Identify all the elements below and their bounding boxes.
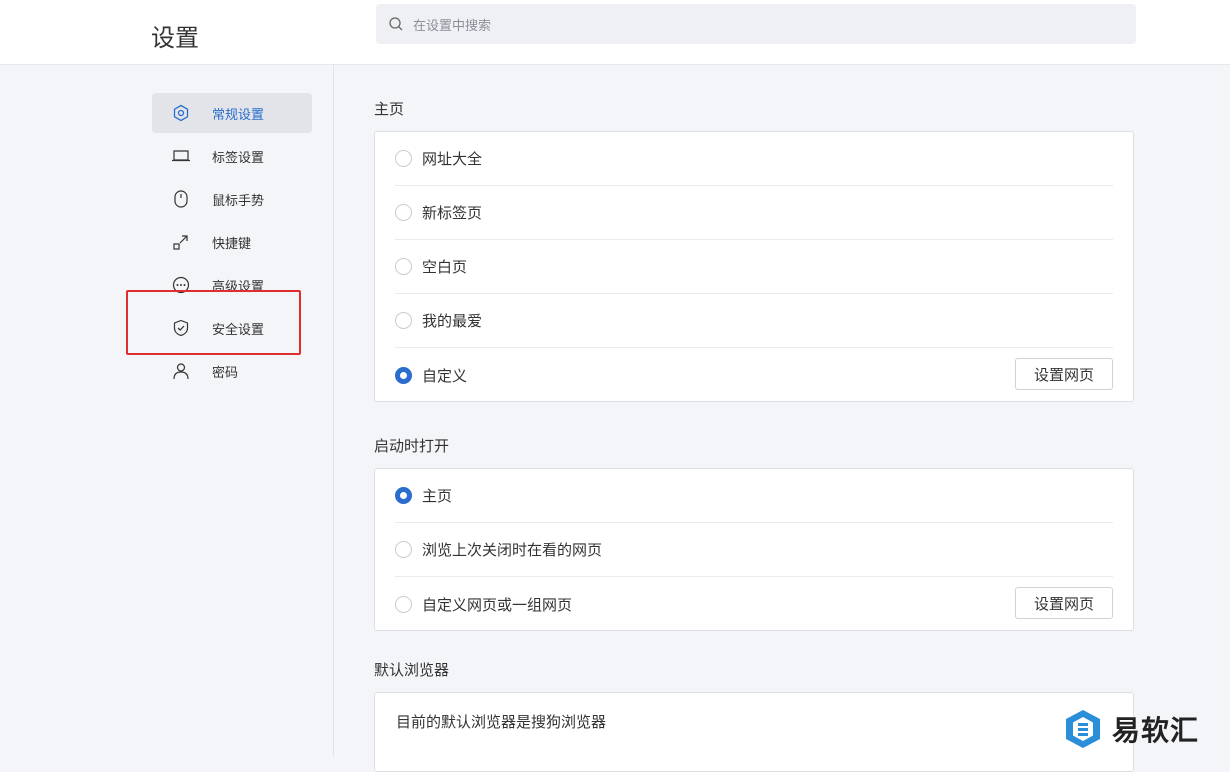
set-webpage-button[interactable]: 设置网页	[1015, 587, 1113, 619]
watermark-text: 易软汇	[1112, 714, 1200, 747]
radio-button[interactable]	[395, 204, 412, 221]
top-bar: 设置 在设置中搜索	[0, 0, 1230, 65]
sidebar-divider	[333, 65, 334, 757]
search-placeholder: 在设置中搜索	[413, 18, 492, 34]
homepage-option[interactable]: 新标签页	[395, 186, 1113, 240]
radio-button-checked[interactable]	[395, 487, 412, 504]
sidebar-item-tabs[interactable]: 标签设置	[152, 136, 312, 176]
set-webpage-button[interactable]: 设置网页	[1015, 358, 1113, 390]
tab-icon	[171, 146, 191, 166]
search-input[interactable]: 在设置中搜索	[376, 4, 1136, 44]
sidebar-item-general[interactable]: 常规设置	[152, 93, 312, 133]
sidebar-item-label: 快捷键	[212, 236, 252, 252]
option-label: 空白页	[422, 258, 468, 276]
shortcut-arrow-icon	[171, 232, 191, 252]
sidebar-item-label: 密码	[212, 365, 239, 381]
page-title: 设置	[151, 24, 199, 52]
sidebar-item-label: 鼠标手势	[212, 193, 265, 209]
radio-button[interactable]	[395, 150, 412, 167]
option-label: 自定义网页或一组网页	[422, 595, 573, 614]
option-label: 自定义	[422, 366, 468, 385]
highlight-annotation	[126, 290, 301, 355]
homepage-option[interactable]: 我的最爱	[395, 294, 1113, 348]
radio-button[interactable]	[395, 595, 412, 613]
option-label: 我的最爱	[422, 312, 483, 330]
default-browser-section-title: 默认浏览器	[374, 661, 450, 679]
startup-section-title: 启动时打开	[374, 437, 450, 455]
homepage-option[interactable]: 空白页	[395, 240, 1113, 294]
sidebar-item-label: 常规设置	[212, 107, 265, 123]
sidebar-item-shortcuts[interactable]: 快捷键	[152, 222, 312, 262]
user-icon	[171, 361, 191, 381]
option-label: 网址大全	[422, 150, 483, 168]
search-icon	[389, 17, 403, 31]
sidebar-item-label: 标签设置	[212, 150, 265, 166]
mouse-icon	[171, 189, 191, 209]
option-label: 新标签页	[422, 204, 483, 222]
default-browser-status: 目前的默认浏览器是搜狗浏览器	[396, 713, 607, 731]
default-browser-card: 目前的默认浏览器是搜狗浏览器	[374, 692, 1134, 772]
option-label: 主页	[422, 487, 453, 505]
homepage-option[interactable]: 网址大全	[395, 132, 1113, 186]
option-label: 浏览上次关闭时在看的网页	[422, 541, 603, 559]
startup-option[interactable]: 自定义网页或一组网页 设置网页	[395, 577, 1113, 631]
startup-option[interactable]: 浏览上次关闭时在看的网页	[395, 523, 1113, 577]
hexagon-icon	[171, 103, 191, 123]
homepage-option[interactable]: 自定义 设置网页	[395, 348, 1113, 402]
radio-button[interactable]	[395, 541, 412, 558]
radio-button-checked[interactable]	[395, 366, 412, 384]
startup-option[interactable]: 主页	[395, 469, 1113, 523]
homepage-section-title: 主页	[374, 100, 405, 118]
sidebar-item-password[interactable]: 密码	[152, 351, 312, 391]
radio-button[interactable]	[395, 258, 412, 275]
watermark: 易软汇	[1062, 708, 1199, 750]
homepage-card: 网址大全 新标签页 空白页 我的最爱 自定义 设置网页	[374, 131, 1134, 402]
sidebar-item-mouse-gestures[interactable]: 鼠标手势	[152, 179, 312, 219]
yiruanhui-logo-icon	[1066, 710, 1100, 748]
radio-button[interactable]	[395, 312, 412, 329]
startup-card: 主页 浏览上次关闭时在看的网页 自定义网页或一组网页 设置网页	[374, 468, 1134, 631]
